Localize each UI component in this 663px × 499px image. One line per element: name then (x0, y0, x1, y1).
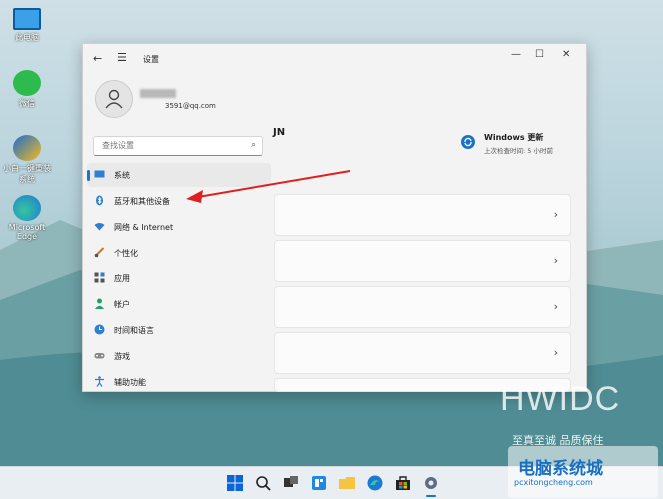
edge-icon[interactable] (366, 474, 384, 492)
widgets-icon[interactable] (310, 474, 328, 492)
store-icon[interactable] (394, 474, 412, 492)
active-app-indicator (426, 495, 436, 497)
settings-gear-icon[interactable] (422, 474, 440, 492)
watermark-brand: HWIDC (500, 380, 621, 418)
task-view-icon[interactable] (282, 474, 300, 492)
search-icon[interactable] (254, 474, 272, 492)
watermark-site-url: pcxitongcheng.com (514, 478, 593, 487)
file-explorer-icon[interactable] (338, 474, 356, 492)
start-icon[interactable] (226, 474, 244, 492)
watermark-site-name: 电脑系统城 (518, 459, 603, 479)
annotation-arrow (186, 170, 351, 203)
